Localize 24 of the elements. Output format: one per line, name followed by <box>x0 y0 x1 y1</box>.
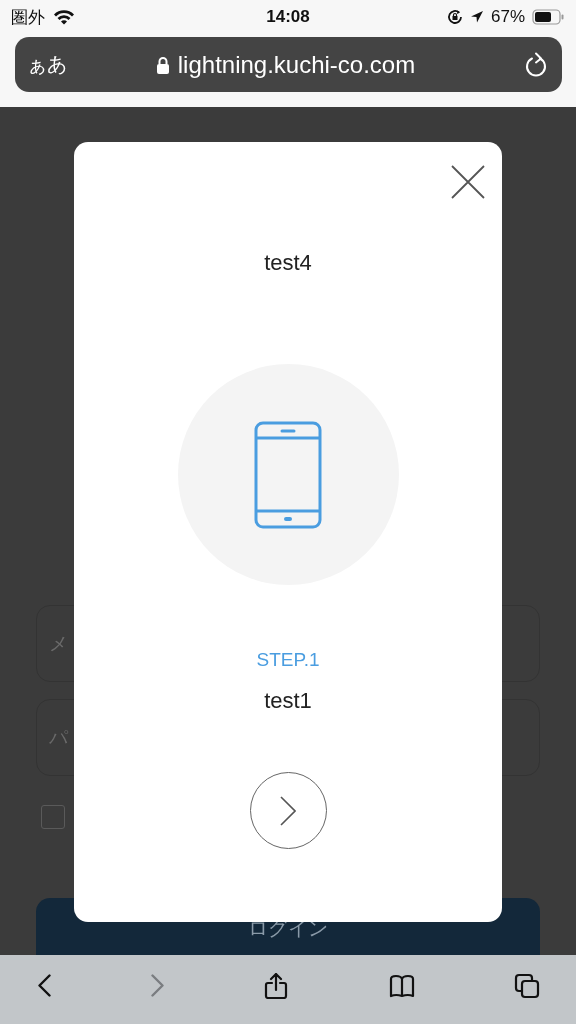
rotation-lock-icon <box>446 9 463 25</box>
location-arrow-icon <box>469 10 484 24</box>
share-icon <box>263 972 289 999</box>
lock-icon <box>155 55 170 74</box>
battery-percent: 67% <box>490 7 525 27</box>
tabs-icon <box>514 972 540 999</box>
back-icon <box>38 974 51 997</box>
reload-icon[interactable] <box>524 51 548 78</box>
forward-icon <box>150 974 164 997</box>
step-title: test1 <box>264 688 312 714</box>
battery-icon <box>532 9 564 25</box>
text-size-button[interactable]: ぁあ <box>27 51 67 78</box>
url-text: lightning.kuchi-co.com <box>177 50 416 79</box>
book-icon <box>388 972 415 999</box>
close-icon[interactable] <box>451 165 485 199</box>
carrier-label: 圏外 <box>11 6 45 29</box>
dialog-title: test4 <box>264 250 312 276</box>
smartphone-icon <box>254 420 322 529</box>
clock-time: 14:08 <box>266 7 310 26</box>
step-label: STEP.1 <box>256 649 320 671</box>
wifi-icon <box>53 9 75 25</box>
remember-checkbox[interactable] <box>41 805 65 829</box>
address-bar[interactable]: ぁあ lightning.kuchi-co.com <box>15 37 562 92</box>
chevron-right-icon <box>280 795 296 826</box>
